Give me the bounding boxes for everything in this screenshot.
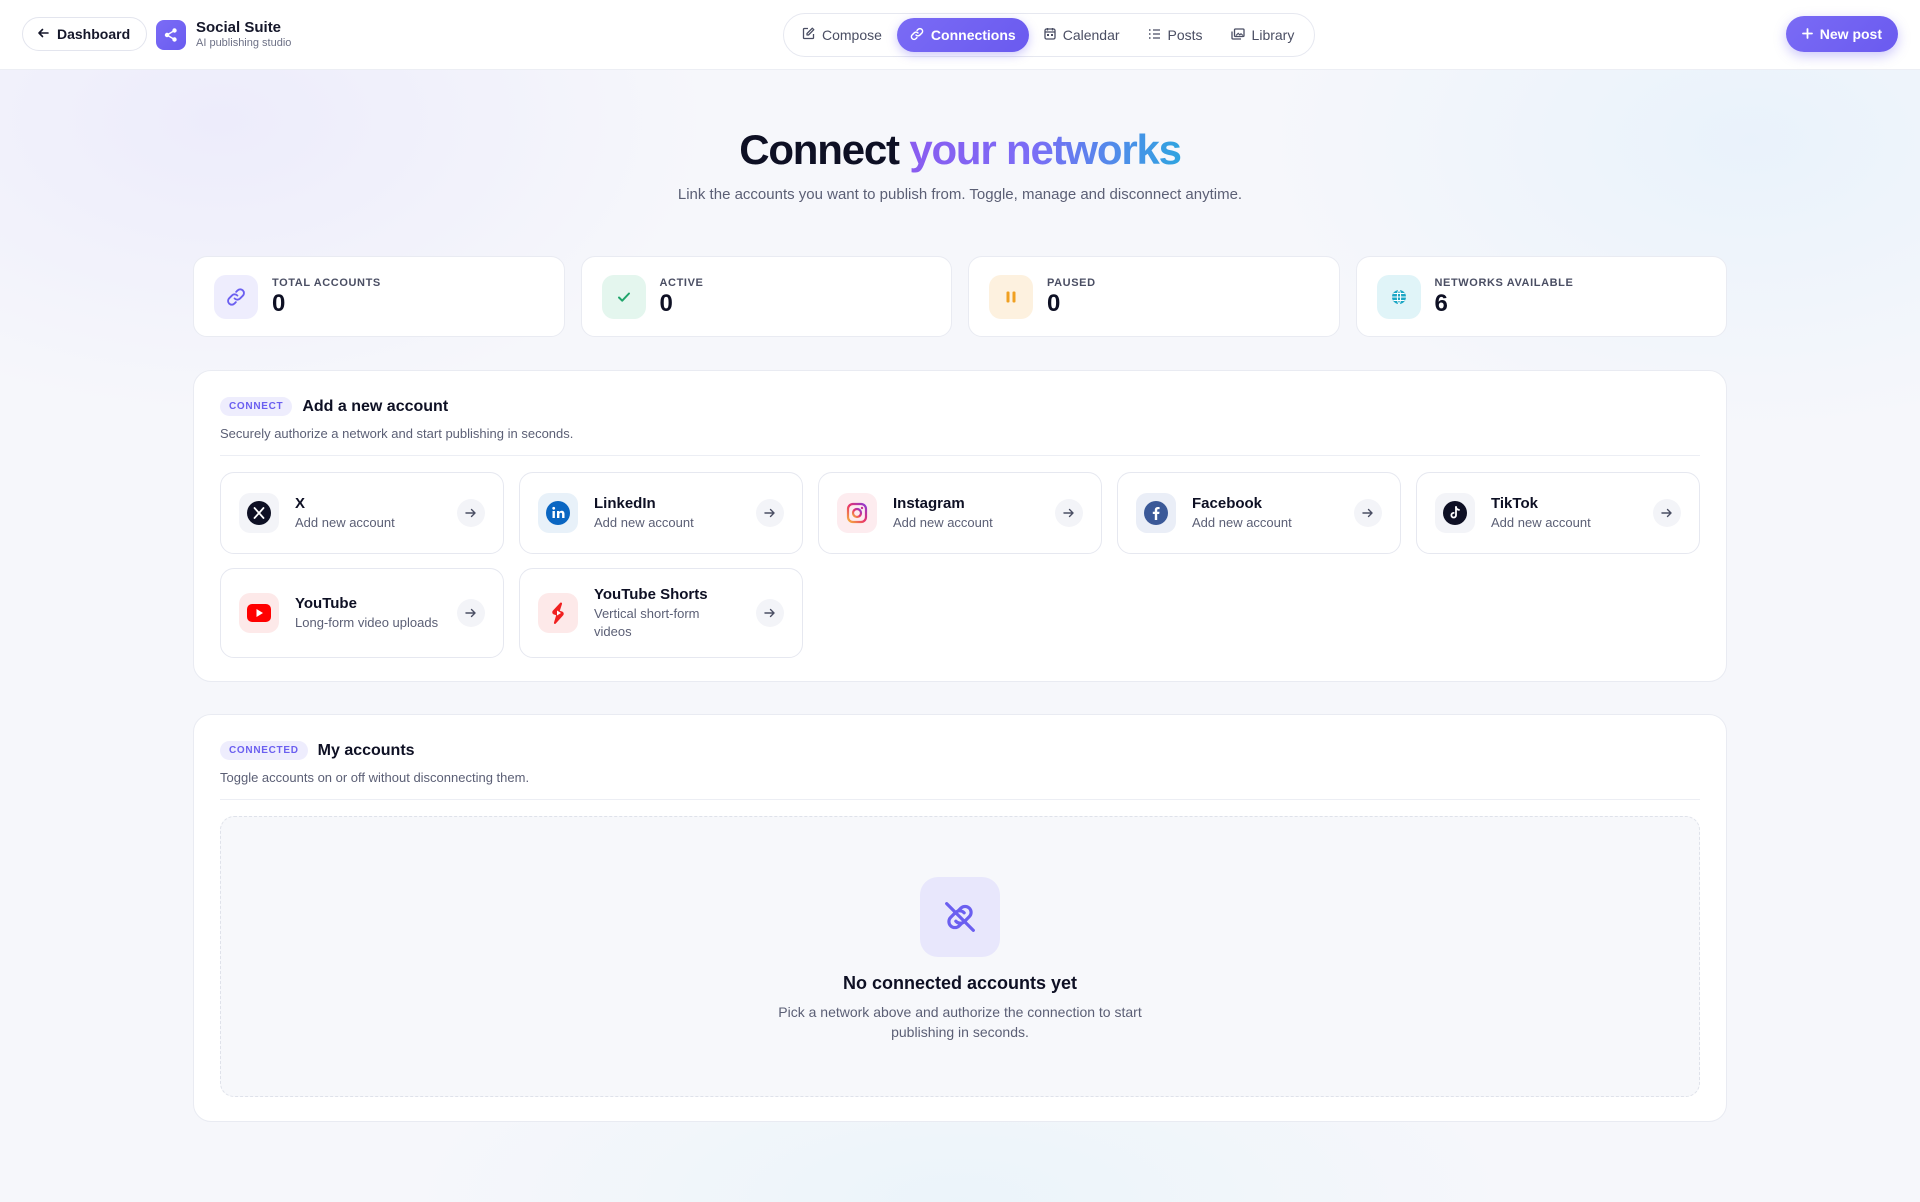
stat-label: TOTAL ACCOUNTS bbox=[272, 276, 381, 289]
arrow-left-icon bbox=[37, 26, 49, 42]
network-name: Facebook bbox=[1192, 494, 1263, 512]
brand-subtitle: AI publishing studio bbox=[196, 37, 292, 49]
tab-label: Connections bbox=[930, 27, 1016, 43]
network-card-x[interactable]: X Add new account bbox=[220, 472, 504, 554]
calendar-icon bbox=[1044, 27, 1056, 43]
title-gradient: your networks bbox=[909, 126, 1182, 173]
network-desc: Add new account bbox=[594, 514, 694, 530]
edit-icon bbox=[802, 27, 815, 43]
stat-label: ACTIVE bbox=[659, 276, 704, 289]
link-icon bbox=[214, 274, 258, 319]
network-name: TikTok bbox=[1491, 494, 1538, 512]
new-post-label: New post bbox=[1819, 26, 1882, 42]
stat-value: 0 bbox=[1047, 289, 1061, 317]
tab-label: Compose bbox=[822, 27, 882, 43]
link-icon bbox=[910, 27, 924, 44]
main-nav: Compose Connections Calendar Posts Libra… bbox=[783, 13, 1315, 57]
network-grid: X Add new account LinkedIn Add new accou… bbox=[220, 472, 1700, 658]
divider bbox=[220, 455, 1700, 456]
tab-connections[interactable]: Connections bbox=[896, 18, 1029, 52]
empty-title: No connected accounts yet bbox=[842, 973, 1078, 993]
connected-tag: CONNECTED bbox=[220, 741, 308, 760]
list-icon bbox=[1148, 27, 1161, 43]
tab-posts[interactable]: Posts bbox=[1135, 18, 1216, 52]
network-name: Instagram bbox=[893, 494, 965, 512]
empty-state: No connected accounts yet Pick a network… bbox=[220, 816, 1700, 1097]
arrow-right-icon bbox=[457, 499, 485, 527]
page-title: Connect your networks bbox=[0, 124, 1920, 176]
network-desc: Add new account bbox=[1192, 514, 1292, 530]
tab-compose[interactable]: Compose bbox=[789, 18, 895, 52]
tab-label: Posts bbox=[1167, 27, 1203, 43]
brand-title: Social Suite bbox=[196, 19, 282, 36]
check-icon bbox=[601, 274, 646, 319]
tab-calendar[interactable]: Calendar bbox=[1031, 18, 1133, 52]
tab-label: Library bbox=[1251, 27, 1295, 43]
back-to-dashboard-button[interactable]: Dashboard bbox=[22, 17, 148, 51]
top-bar: Dashboard Social Suite AI publishing stu… bbox=[0, 0, 1920, 70]
network-card-youtube[interactable]: YouTube Long-form video uploads bbox=[220, 568, 504, 658]
page-subtitle: Link the accounts you want to publish fr… bbox=[677, 186, 1243, 203]
panel-title: My accounts bbox=[317, 741, 415, 759]
divider bbox=[220, 799, 1700, 800]
network-name: YouTube bbox=[295, 594, 357, 612]
network-card-tiktok[interactable]: TikTok Add new account bbox=[1416, 472, 1700, 554]
network-desc: Add new account bbox=[1491, 514, 1591, 530]
network-name: YouTube Shorts bbox=[594, 585, 708, 603]
stat-value: 0 bbox=[659, 289, 673, 317]
panel-subtitle: Toggle accounts on or off without discon… bbox=[220, 770, 530, 785]
network-card-instagram[interactable]: Instagram Add new account bbox=[818, 472, 1102, 554]
tiktok-icon bbox=[1435, 493, 1475, 533]
my-accounts-panel: CONNECTED My accounts Toggle accounts on… bbox=[193, 714, 1727, 1122]
network-card-linkedin[interactable]: LinkedIn Add new account bbox=[519, 472, 803, 554]
arrow-right-icon bbox=[1653, 499, 1681, 527]
arrow-right-icon bbox=[756, 499, 784, 527]
network-name: X bbox=[295, 494, 306, 512]
linkedin-icon bbox=[538, 493, 578, 533]
x-icon bbox=[239, 493, 279, 533]
stats-row: TOTAL ACCOUNTS 0 ACTIVE 0 PAUSED 0 NETWO… bbox=[193, 256, 1727, 337]
network-card-facebook[interactable]: Facebook Add new account bbox=[1117, 472, 1401, 554]
network-desc: Long-form video uploads bbox=[295, 614, 439, 630]
title-plain: Connect bbox=[739, 126, 900, 173]
back-button-label: Dashboard bbox=[57, 26, 131, 42]
globe-icon bbox=[1376, 274, 1421, 319]
network-card-youtube-shorts[interactable]: YouTube Shorts Vertical short-form video… bbox=[519, 568, 803, 658]
tab-library[interactable]: Library bbox=[1218, 18, 1308, 52]
stat-active: ACTIVE 0 bbox=[580, 256, 952, 337]
network-desc: Add new account bbox=[295, 514, 395, 530]
facebook-icon bbox=[1136, 493, 1176, 533]
hero: Connect your networks Link the accounts … bbox=[0, 124, 1920, 203]
stat-label: NETWORKS AVAILABLE bbox=[1434, 276, 1574, 289]
stat-networks-available: NETWORKS AVAILABLE 6 bbox=[1355, 256, 1727, 337]
brand: Social Suite AI publishing studio bbox=[156, 19, 291, 50]
arrow-right-icon bbox=[756, 599, 784, 627]
stat-label: PAUSED bbox=[1047, 276, 1096, 289]
stat-paused: PAUSED 0 bbox=[968, 256, 1340, 337]
empty-description: Pick a network above and authorize the c… bbox=[778, 1004, 1142, 1040]
youtube-shorts-icon bbox=[538, 593, 578, 633]
connect-tag: CONNECT bbox=[220, 397, 293, 416]
stat-value: 0 bbox=[272, 289, 286, 317]
stat-value: 6 bbox=[1434, 289, 1448, 317]
panel-subtitle: Securely authorize a network and start p… bbox=[220, 426, 574, 441]
panel-title: Add a new account bbox=[302, 397, 449, 415]
instagram-icon bbox=[837, 493, 877, 533]
tab-label: Calendar bbox=[1062, 27, 1120, 43]
network-name: LinkedIn bbox=[594, 494, 656, 512]
plus-icon bbox=[1801, 26, 1813, 42]
arrow-right-icon bbox=[457, 599, 485, 627]
stat-total-accounts: TOTAL ACCOUNTS 0 bbox=[193, 256, 565, 337]
arrow-right-icon bbox=[1354, 499, 1382, 527]
gallery-icon bbox=[1230, 27, 1245, 43]
youtube-icon bbox=[239, 593, 279, 633]
add-account-panel: CONNECT Add a new account Securely autho… bbox=[193, 370, 1727, 682]
new-post-button[interactable]: New post bbox=[1785, 16, 1898, 52]
share-icon bbox=[156, 19, 186, 50]
network-desc: Add new account bbox=[893, 514, 993, 530]
pause-icon bbox=[989, 274, 1033, 319]
arrow-right-icon bbox=[1055, 499, 1083, 527]
network-desc: Vertical short-form videos bbox=[594, 605, 700, 639]
unlink-icon bbox=[920, 877, 1000, 957]
